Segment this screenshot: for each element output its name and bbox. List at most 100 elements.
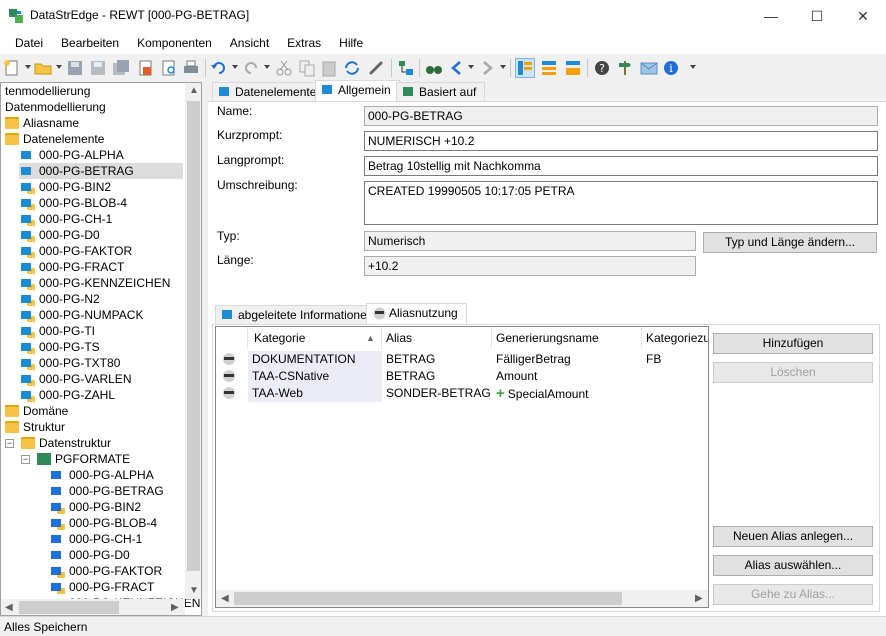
hierarchy-icon[interactable] — [397, 59, 415, 77]
forward-icon[interactable] — [478, 59, 496, 77]
find-binoculars-icon[interactable] — [425, 59, 443, 77]
column-header-alias[interactable]: Alias — [382, 327, 492, 349]
grid-cell-kategorie[interactable]: TAA-Web — [248, 385, 382, 402]
grid-cell-generierungsname[interactable]: + SpecialAmount — [492, 385, 642, 402]
undo-dropdown-icon[interactable] — [232, 65, 238, 69]
menu-bearbeiten[interactable]: Bearbeiten — [52, 36, 128, 50]
change-type-length-button[interactable]: Typ und Länge ändern... — [703, 232, 877, 253]
tree-item[interactable]: 000-PG-FAKTOR — [19, 243, 183, 259]
tree-item[interactable]: 000-PG-D0 — [19, 227, 183, 243]
tree-item[interactable]: Struktur — [3, 419, 183, 435]
back-icon[interactable] — [448, 59, 466, 77]
column-header-generierungsname[interactable]: Generierungsname — [492, 327, 642, 349]
tree-item[interactable]: 000-PG-FRACT — [19, 259, 183, 275]
export-icon[interactable] — [137, 59, 155, 77]
back-dropdown-icon[interactable] — [468, 65, 474, 69]
tree-item[interactable]: Datenstruktur — [19, 435, 183, 451]
tree-item[interactable]: tenmodellierung — [5, 83, 185, 99]
mail-icon[interactable] — [640, 59, 658, 77]
tree-item[interactable]: 000-PG-TI — [19, 323, 183, 339]
grid-cell-kategorie[interactable]: DOKUMENTATION — [248, 351, 382, 368]
tab-basiert-auf[interactable]: Basiert auf — [396, 82, 486, 102]
scroll-right-icon[interactable]: ▶ — [171, 602, 179, 613]
tree-item[interactable]: Domäne — [3, 403, 183, 419]
minimize-button[interactable]: — — [748, 0, 794, 32]
grid-cell-zusatz[interactable]: FB — [642, 351, 708, 368]
redo-icon[interactable] — [242, 59, 260, 77]
hscroll-thumb[interactable] — [234, 592, 622, 605]
tree-item[interactable]: Aliasname — [3, 115, 183, 131]
tree-item[interactable]: Datenelemente — [3, 131, 183, 147]
tree-item[interactable]: 000-PG-D0 — [49, 547, 183, 563]
save-as-icon[interactable] — [89, 59, 107, 77]
tree-horizontal-scrollbar[interactable]: ◀ ▶ — [1, 599, 185, 615]
hscroll-thumb[interactable] — [19, 601, 119, 614]
tab-aliasnutzung[interactable]: Aliasnutzung — [366, 303, 467, 325]
collapse-toggle-icon[interactable]: − — [21, 455, 30, 464]
grid-horizontal-scrollbar[interactable]: ◀ ▶ — [216, 590, 708, 607]
copy-icon[interactable] — [298, 59, 316, 77]
delete-button[interactable]: Löschen — [713, 362, 873, 383]
grid-cell-kategorie[interactable]: TAA-CSNative — [248, 368, 382, 385]
grid-cell-alias[interactable]: BETRAG — [382, 368, 492, 385]
cut-icon[interactable] — [275, 59, 293, 77]
tab-allgemein[interactable]: Allgemein — [315, 80, 400, 102]
select-alias-button[interactable]: Alias auswählen... — [713, 555, 873, 576]
signpost-icon[interactable] — [616, 59, 634, 77]
toolbar-overflow-icon[interactable] — [690, 65, 696, 69]
info-icon[interactable]: i — [662, 59, 680, 77]
forward-dropdown-icon[interactable] — [500, 65, 506, 69]
tree-item[interactable]: 000-PG-VARLEN — [19, 371, 183, 387]
preview-icon[interactable] — [160, 59, 178, 77]
column-header-kategoriezusatz[interactable]: Kategoriezus — [642, 327, 708, 349]
menu-ansicht[interactable]: Ansicht — [221, 36, 278, 50]
tree-item[interactable]: 000-PG-BIN2 — [49, 499, 183, 515]
open-dropdown-icon[interactable] — [56, 65, 62, 69]
tree-item[interactable]: PGFORMATE — [35, 451, 183, 467]
menu-hilfe[interactable]: Hilfe — [330, 36, 372, 50]
grid-cell-alias[interactable]: SONDER-BETRAG — [382, 385, 492, 402]
tree-item[interactable]: 000-PG-CH-1 — [19, 211, 183, 227]
tree-item[interactable]: 000-PG-N2 — [19, 291, 183, 307]
grid-cell-generierungsname[interactable]: Amount — [492, 368, 642, 385]
refresh-icon[interactable] — [343, 59, 361, 77]
tree-item[interactable]: 000-PG-KENNZEICHEN — [19, 275, 183, 291]
grid-cell-zusatz[interactable] — [642, 385, 708, 402]
tab-abgeleitete-informationen[interactable]: abgeleitete Informationen — [215, 305, 383, 325]
link-icon[interactable] — [367, 59, 385, 77]
open-folder-icon[interactable] — [34, 59, 52, 77]
collapse-toggle-icon[interactable]: − — [5, 439, 14, 448]
scroll-left-icon[interactable]: ◀ — [221, 593, 229, 604]
new-dropdown-icon[interactable] — [25, 65, 31, 69]
help-icon[interactable]: ? — [593, 59, 611, 77]
tree-item[interactable]: 000-PG-BLOB-4 — [19, 195, 183, 211]
kurzprompt-field[interactable]: NUMERISCH +10.2 — [364, 131, 878, 151]
save-icon[interactable] — [66, 59, 84, 77]
tree-item[interactable]: 000-PG-FAKTOR — [49, 563, 183, 579]
print-icon[interactable] — [182, 59, 200, 77]
menu-datei[interactable]: Datei — [6, 36, 52, 50]
tree-item[interactable]: 000-PG-FRACT — [49, 579, 183, 595]
tab-datenelemente[interactable]: Datenelemente — [212, 82, 326, 102]
menu-extras[interactable]: Extras — [278, 36, 330, 50]
tree-item[interactable]: 000-PG-BIN2 — [19, 179, 183, 195]
umschreibung-field[interactable]: CREATED 19990505 10:17:05 PETRA — [364, 181, 878, 225]
scroll-thumb[interactable] — [187, 101, 200, 571]
grid-cell-generierungsname[interactable]: FälligerBetrag — [492, 351, 642, 368]
tree-item[interactable]: 000-PG-ALPHA — [19, 147, 183, 163]
redo-dropdown-icon[interactable] — [264, 65, 270, 69]
tree-item[interactable]: 000-PG-ZAHL — [19, 387, 183, 403]
grid-cell-alias[interactable]: BETRAG — [382, 351, 492, 368]
tree-item[interactable]: 000-PG-CH-1 — [49, 531, 183, 547]
tree-item[interactable]: 000-PG-BETRAG — [19, 163, 183, 179]
grid-cell-zusatz[interactable] — [642, 368, 708, 385]
layout-tree-icon[interactable] — [515, 58, 535, 78]
close-button[interactable]: ✕ — [840, 0, 886, 32]
add-button[interactable]: Hinzufügen — [713, 333, 873, 354]
column-header-kategorie[interactable]: Kategorie ▲ — [248, 327, 382, 349]
undo-icon[interactable] — [210, 59, 228, 77]
scroll-up-icon[interactable]: ▲ — [189, 85, 199, 96]
goto-alias-button[interactable]: Gehe zu Alias... — [713, 584, 873, 605]
save-all-icon[interactable] — [112, 59, 130, 77]
maximize-button[interactable]: ☐ — [794, 0, 840, 32]
